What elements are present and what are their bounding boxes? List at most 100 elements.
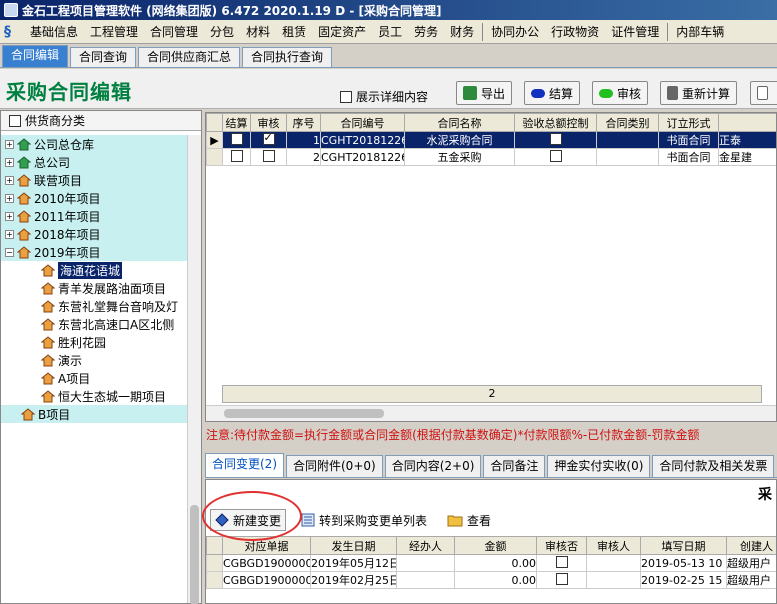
menu-fixed-assets[interactable]: 固定资产: [312, 21, 372, 43]
menu-basic-info[interactable]: 基础信息: [24, 21, 84, 43]
tree-node[interactable]: A项目: [1, 369, 187, 387]
expand-icon[interactable]: +: [5, 193, 14, 203]
collapse-icon[interactable]: −: [5, 247, 14, 257]
tree-node-selected[interactable]: 海通花语城: [1, 261, 187, 279]
tree-node[interactable]: + 2011年项目: [1, 207, 187, 225]
tab-supplier-summary[interactable]: 合同供应商汇总: [138, 47, 241, 67]
tree-node[interactable]: 东营北高速口A区北侧: [1, 315, 187, 333]
horizontal-scrollbar[interactable]: [206, 405, 776, 421]
tab-contract-attachments[interactable]: 合同附件(0+0): [286, 455, 383, 477]
tree-node[interactable]: + 公司总仓库: [1, 135, 187, 153]
tab-contract-changes[interactable]: 合同变更(2): [205, 453, 284, 477]
audited-cell[interactable]: [536, 554, 587, 572]
menu-contract[interactable]: 合同管理: [144, 21, 204, 43]
acceptance-cell[interactable]: [514, 148, 597, 166]
tab-contract-remarks[interactable]: 合同备注: [483, 455, 546, 477]
table-row[interactable]: 2 CGHT2018122602 五金采购 书面合同 金星建: [206, 148, 776, 166]
menu-project[interactable]: 工程管理: [84, 21, 144, 43]
settle-cell[interactable]: [222, 148, 251, 166]
new-change-button[interactable]: 新建变更: [210, 509, 287, 531]
tree-node[interactable]: − 2019年项目: [1, 243, 187, 261]
column-header[interactable]: [718, 113, 776, 132]
export-button[interactable]: 导出: [456, 81, 513, 105]
tree-node[interactable]: 青羊发展路油面项目: [1, 279, 187, 297]
tab-contract-edit[interactable]: 合同编辑: [2, 45, 69, 67]
supplier-category-checkbox[interactable]: 供货商分类: [1, 111, 201, 131]
tab-contract-query[interactable]: 合同查询: [70, 47, 137, 67]
column-header[interactable]: 审核否: [536, 536, 587, 555]
menu-labor[interactable]: 劳务: [408, 21, 444, 43]
table-row[interactable]: ▶ 1 CGHT2018122601 水泥采购合同 书面合同 正泰: [206, 131, 776, 149]
checkbox-icon[interactable]: [230, 132, 243, 145]
settle-button[interactable]: 结算: [524, 81, 581, 105]
column-header[interactable]: 金额: [454, 536, 537, 555]
menu-staff[interactable]: 员工: [372, 21, 408, 43]
column-header[interactable]: 经办人: [396, 536, 455, 555]
menu-subcontract[interactable]: 分包: [204, 21, 240, 43]
menu-admin-supplies[interactable]: 行政物资: [545, 21, 605, 43]
tree-node[interactable]: 演示: [1, 351, 187, 369]
column-header[interactable]: 序号: [286, 113, 321, 132]
checkbox-icon[interactable]: [340, 90, 352, 103]
acceptance-cell[interactable]: [514, 131, 597, 149]
goto-change-list-button[interactable]: 转到采购变更单列表: [296, 509, 432, 531]
tab-payments-invoices[interactable]: 合同付款及相关发票: [652, 455, 775, 477]
expand-icon[interactable]: +: [5, 229, 14, 239]
tree-node[interactable]: 胜利花园: [1, 333, 187, 351]
column-header[interactable]: 验收总额控制: [514, 113, 597, 132]
document-button[interactable]: [750, 81, 777, 105]
tab-contract-content[interactable]: 合同内容(2+0): [384, 455, 482, 477]
table-row[interactable]: CGBGD190000006 2019年02月25日 0.00 2019-02-…: [206, 571, 776, 589]
checkbox-icon[interactable]: [555, 572, 568, 585]
view-button[interactable]: 查看: [442, 509, 496, 531]
scrollbar-thumb[interactable]: [190, 505, 199, 604]
tree-scrollbar[interactable]: [187, 135, 201, 604]
column-header[interactable]: 对应单据: [222, 536, 311, 555]
column-header[interactable]: 填写日期: [640, 536, 727, 555]
tree-node[interactable]: 东营礼堂舞台音响及灯: [1, 297, 187, 315]
scrollbar-thumb[interactable]: [224, 409, 384, 418]
checkbox-icon[interactable]: [549, 149, 562, 162]
audit-cell[interactable]: [250, 131, 287, 149]
menu-vehicles[interactable]: 内部车辆: [670, 21, 730, 43]
audit-button[interactable]: 审核: [592, 81, 649, 105]
tree-node[interactable]: + 2010年项目: [1, 189, 187, 207]
audited-cell[interactable]: [536, 571, 587, 589]
tab-execution-query[interactable]: 合同执行查询: [242, 47, 333, 67]
checkbox-icon[interactable]: [549, 132, 562, 145]
settle-cell[interactable]: [222, 131, 251, 149]
column-header[interactable]: 合同名称: [404, 113, 515, 132]
audit-cell[interactable]: [250, 148, 287, 166]
tree-node[interactable]: B项目: [1, 405, 187, 423]
column-header[interactable]: 结算: [222, 113, 251, 132]
column-header[interactable]: 审核: [250, 113, 287, 132]
checkbox-icon[interactable]: [9, 114, 21, 127]
tree-node[interactable]: + 总公司: [1, 153, 187, 171]
menu-certificates[interactable]: 证件管理: [605, 21, 665, 43]
menu-finance[interactable]: 财务: [444, 21, 480, 43]
column-header[interactable]: 创建人: [726, 536, 776, 555]
recalc-button[interactable]: 重新计算: [660, 81, 738, 105]
expand-icon[interactable]: +: [5, 175, 14, 185]
tree-node[interactable]: + 联营项目: [1, 171, 187, 189]
tab-deposits[interactable]: 押金实付实收(0): [547, 455, 651, 477]
tree-node[interactable]: + 2018年项目: [1, 225, 187, 243]
tree-node[interactable]: 恒大生态城一期项目: [1, 387, 187, 405]
column-header[interactable]: 订立形式: [658, 113, 719, 132]
expand-icon[interactable]: +: [5, 157, 14, 167]
expand-icon[interactable]: +: [5, 211, 14, 221]
column-header[interactable]: 合同类别: [596, 113, 659, 132]
checkbox-icon[interactable]: [230, 149, 243, 162]
column-header[interactable]: 合同编号: [320, 113, 405, 132]
menu-office[interactable]: 协同办公: [485, 21, 545, 43]
column-header[interactable]: 发生日期: [310, 536, 397, 555]
expand-icon[interactable]: +: [5, 139, 14, 149]
menu-material[interactable]: 材料: [240, 21, 276, 43]
table-row[interactable]: CGBGD190000008 2019年05月12日 0.00 2019-05-…: [206, 554, 776, 572]
checkbox-icon[interactable]: [555, 555, 568, 568]
menu-lease[interactable]: 租赁: [276, 21, 312, 43]
column-header[interactable]: 审核人: [586, 536, 641, 555]
checkbox-icon[interactable]: [262, 149, 275, 162]
checkbox-checked-icon[interactable]: [262, 132, 275, 145]
show-detail-checkbox[interactable]: 展示详细内容: [340, 88, 428, 105]
